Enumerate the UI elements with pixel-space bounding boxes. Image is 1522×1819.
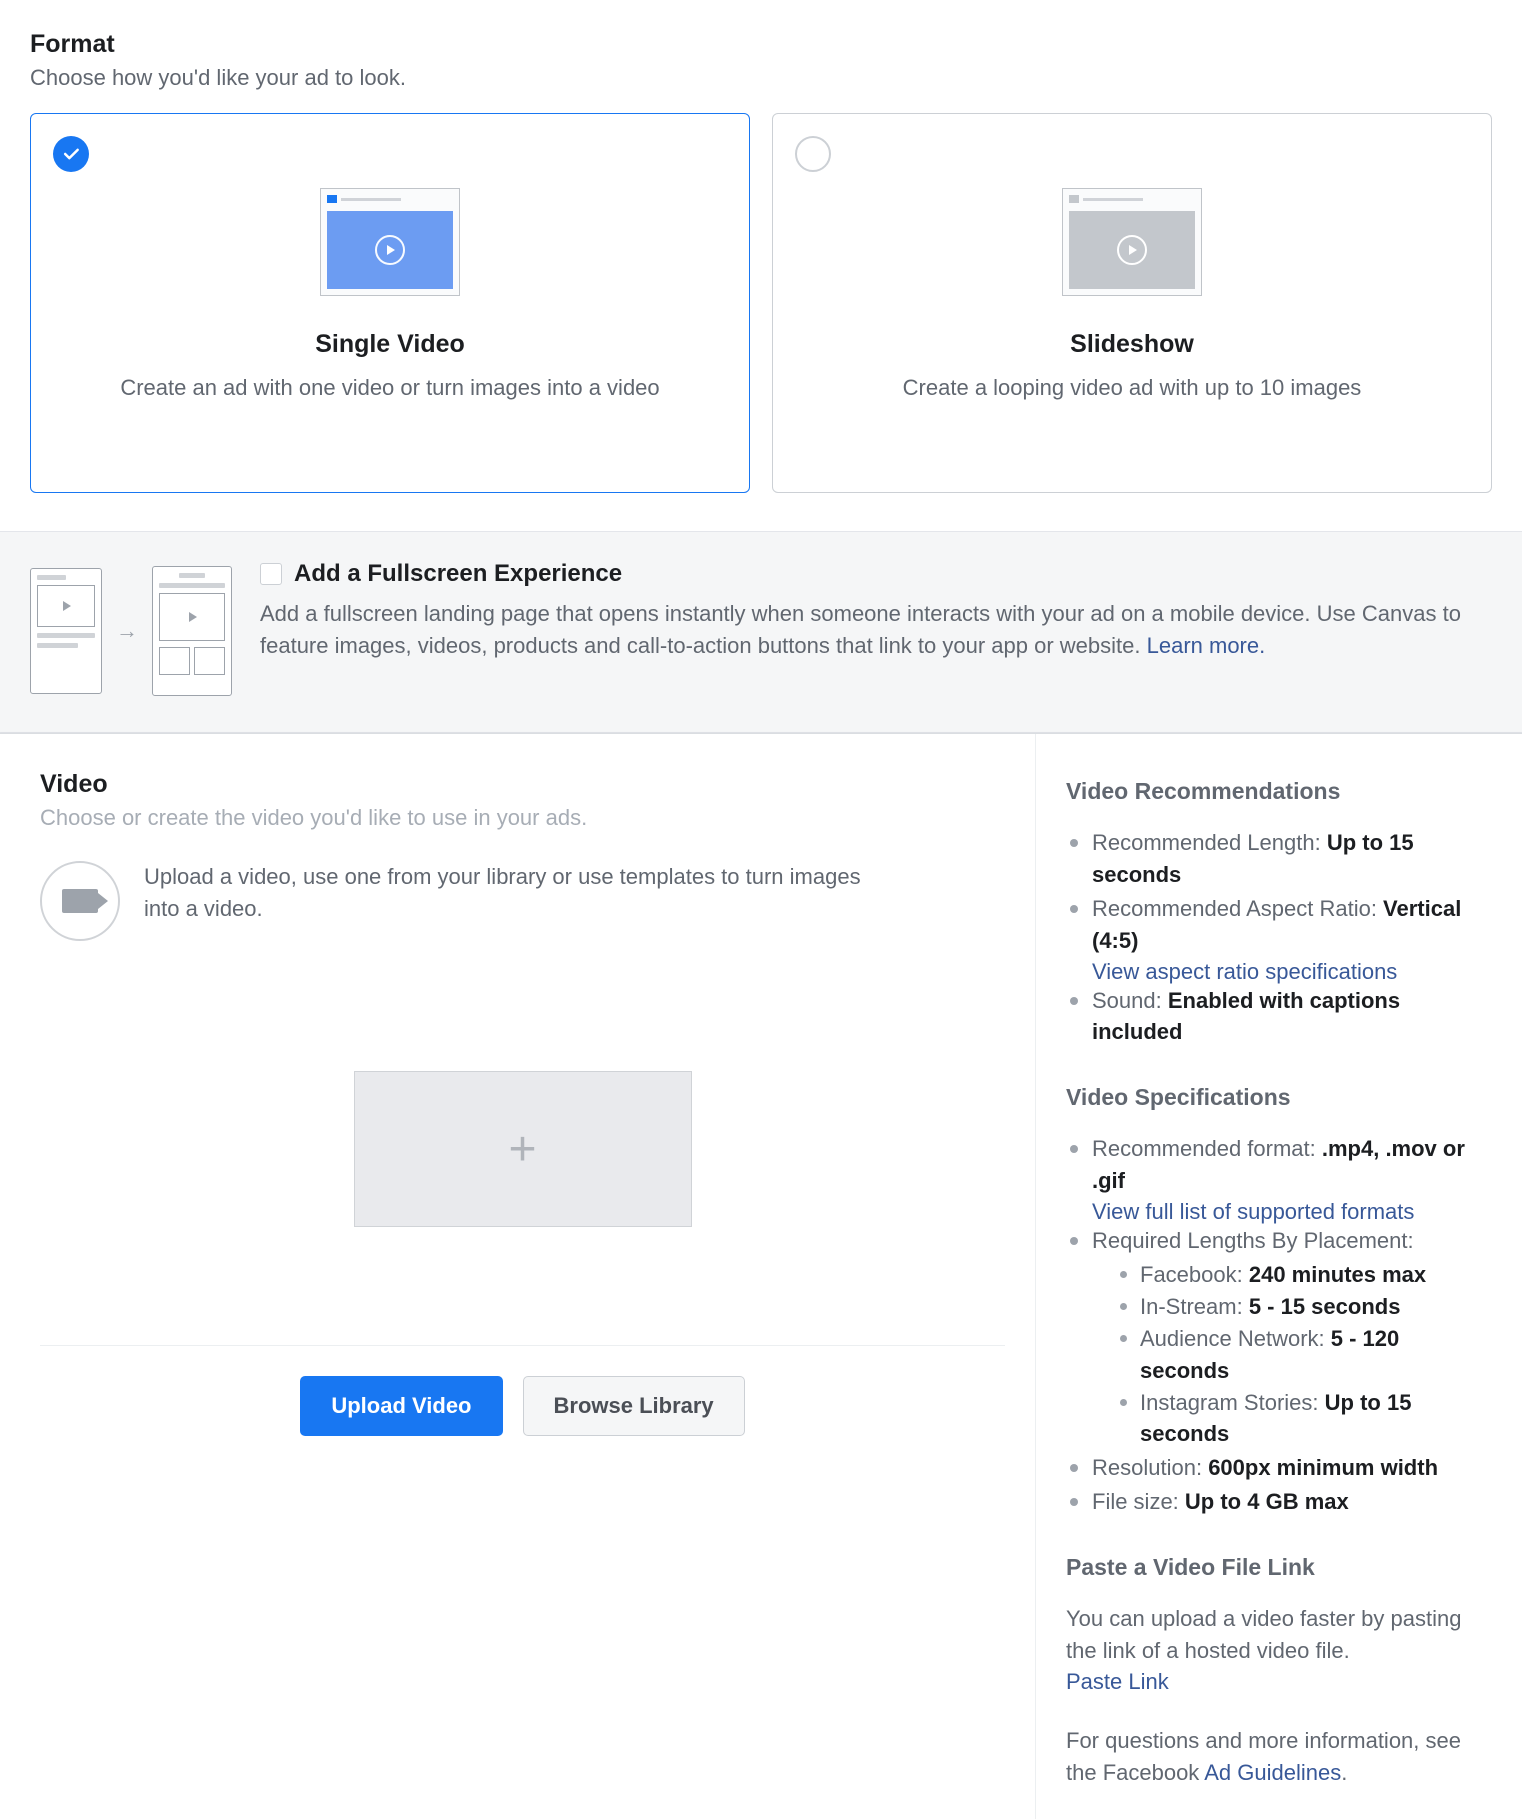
- format-title: Format: [30, 30, 1492, 59]
- video-placeholder[interactable]: +: [354, 1071, 692, 1227]
- radio-unchecked-icon: [795, 136, 831, 172]
- guidelines-body: For questions and more information, see …: [1066, 1725, 1482, 1789]
- supported-formats-link[interactable]: View full list of supported formats: [1066, 1199, 1482, 1225]
- learn-more-link[interactable]: Learn more.: [1147, 633, 1266, 658]
- recommendations-list: Recommended Length: Up to 15 seconds Rec…: [1066, 827, 1482, 957]
- format-card-single-video[interactable]: Single Video Create an ad with one video…: [30, 113, 750, 493]
- specifications-list-2: Required Lengths By Placement: Facebook:…: [1066, 1225, 1482, 1518]
- specifications-list: Recommended format: .mp4, .mov or .gif: [1066, 1133, 1482, 1197]
- card-title: Slideshow: [797, 330, 1467, 359]
- list-item: Resolution: 600px minimum width: [1066, 1452, 1482, 1484]
- video-subtitle: Choose or create the video you'd like to…: [40, 805, 1005, 831]
- recommendations-list-2: Sound: Enabled with captions included: [1066, 985, 1482, 1049]
- slideshow-illustration: [1062, 188, 1202, 298]
- video-camera-icon: [40, 861, 120, 941]
- list-item: Audience Network: 5 - 120 seconds: [1116, 1323, 1482, 1387]
- arrow-right-icon: →: [116, 618, 138, 644]
- fullscreen-experience-bar: → Add a Fullscreen Experience Add a full…: [0, 531, 1522, 733]
- divider: [40, 1345, 1005, 1346]
- fullscreen-body: Add a Fullscreen Experience Add a fullsc…: [260, 560, 1492, 662]
- list-item: Recommended format: .mp4, .mov or .gif: [1066, 1133, 1482, 1197]
- fullscreen-checkbox[interactable]: [260, 563, 282, 585]
- upload-hint: Upload a video, use one from your librar…: [144, 861, 864, 925]
- video-left-panel: Video Choose or create the video you'd l…: [0, 734, 1036, 1819]
- video-title: Video: [40, 770, 1005, 799]
- list-item: Facebook: 240 minutes max: [1116, 1259, 1482, 1291]
- upload-video-button[interactable]: Upload Video: [300, 1376, 502, 1436]
- list-item: Sound: Enabled with captions included: [1066, 985, 1482, 1049]
- phone-before-icon: [30, 568, 102, 694]
- recommendations-heading: Video Recommendations: [1066, 778, 1482, 805]
- paste-link[interactable]: Paste Link: [1066, 1669, 1169, 1694]
- fullscreen-description: Add a fullscreen landing page that opens…: [260, 598, 1492, 662]
- card-desc: Create a looping video ad with up to 10 …: [797, 373, 1467, 403]
- list-item: Recommended Aspect Ratio: Vertical (4:5): [1066, 893, 1482, 957]
- single-video-illustration: [320, 188, 460, 298]
- placements-list: Facebook: 240 minutes max In-Stream: 5 -…: [1092, 1259, 1482, 1450]
- fullscreen-checkbox-label: Add a Fullscreen Experience: [294, 560, 622, 588]
- format-card-slideshow[interactable]: Slideshow Create a looping video ad with…: [772, 113, 1492, 493]
- list-item: Recommended Length: Up to 15 seconds: [1066, 827, 1482, 891]
- list-item: File size: Up to 4 GB max: [1066, 1486, 1482, 1518]
- plus-icon: +: [508, 1122, 536, 1177]
- paste-heading: Paste a Video File Link: [1066, 1554, 1482, 1581]
- format-section: Format Choose how you'd like your ad to …: [0, 0, 1522, 493]
- card-title: Single Video: [55, 330, 725, 359]
- list-item: Required Lengths By Placement: Facebook:…: [1066, 1225, 1482, 1450]
- ad-guidelines-link[interactable]: Ad Guidelines: [1204, 1760, 1341, 1785]
- list-item: In-Stream: 5 - 15 seconds: [1116, 1291, 1482, 1323]
- check-icon: [53, 136, 89, 172]
- video-specs-panel: Video Recommendations Recommended Length…: [1036, 734, 1522, 1819]
- browse-library-button[interactable]: Browse Library: [523, 1376, 745, 1436]
- video-section: Video Choose or create the video you'd l…: [0, 733, 1522, 1819]
- paste-body: You can upload a video faster by pasting…: [1066, 1603, 1482, 1667]
- format-cards: Single Video Create an ad with one video…: [30, 113, 1492, 493]
- button-row: Upload Video Browse Library: [40, 1376, 1005, 1436]
- aspect-ratio-link[interactable]: View aspect ratio specifications: [1066, 959, 1482, 985]
- phone-after-icon: [152, 566, 232, 696]
- specifications-heading: Video Specifications: [1066, 1084, 1482, 1111]
- format-subtitle: Choose how you'd like your ad to look.: [30, 65, 1492, 91]
- list-item: Instagram Stories: Up to 15 seconds: [1116, 1387, 1482, 1451]
- fullscreen-illustration: →: [30, 566, 232, 696]
- card-desc: Create an ad with one video or turn imag…: [55, 373, 725, 403]
